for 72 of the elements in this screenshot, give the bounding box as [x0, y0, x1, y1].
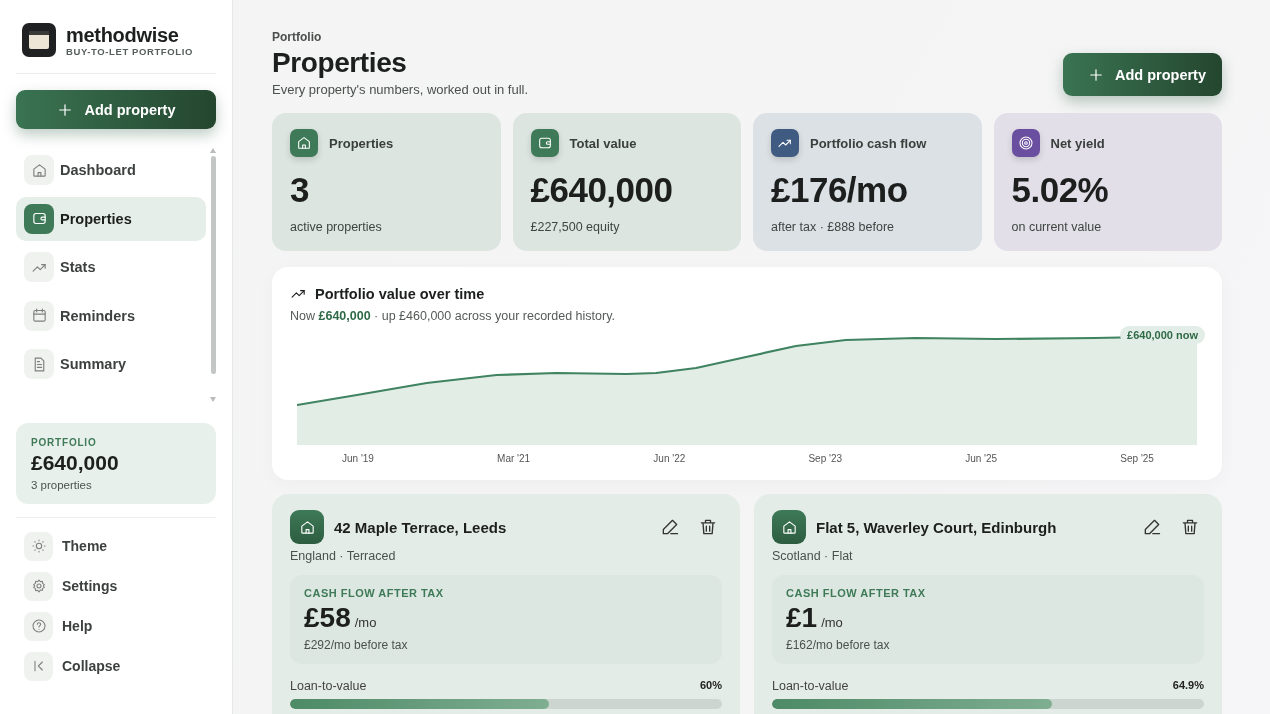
house-icon [296, 135, 312, 151]
target-icon [1017, 135, 1034, 151]
cash-flow-value: £58 [304, 602, 351, 634]
stat-label: Properties [329, 135, 394, 151]
nav-item[interactable]: Reminders [16, 293, 206, 338]
property-meta: Scotland · Flat [772, 549, 854, 563]
ltv-label: Loan-to-value [290, 679, 367, 693]
pencil-icon [1142, 517, 1162, 537]
axis-label: Mar '21 [497, 453, 531, 464]
cash-flow-value: £1 [786, 602, 818, 634]
breadcrumb[interactable]: Portfolio [272, 30, 529, 44]
house-icon [780, 518, 798, 536]
stat-label: Total value [569, 135, 637, 151]
stat-note: £227,500 equity [530, 220, 621, 234]
property-meta: England · Terraced [290, 549, 397, 563]
pencil-icon [660, 517, 680, 537]
house-icon [298, 518, 316, 536]
stat-note: after tax · £888 before [771, 220, 895, 234]
wallet-icon [30, 210, 48, 227]
before-tax-note: £292/mo before tax [304, 638, 409, 652]
nav-item[interactable]: Properties [16, 196, 206, 241]
nav-item[interactable]: Stats [16, 245, 206, 289]
stat-note: on current value [1011, 220, 1103, 234]
property-name[interactable]: Flat 5, Waverley Court, Edinburgh [816, 518, 1128, 536]
axis-label: Sep '23 [808, 453, 843, 464]
before-tax-note: £162/mo before tax [786, 638, 891, 652]
page-title: Properties [272, 47, 408, 79]
trash-icon [1180, 517, 1200, 537]
cash-flow-unit: /mo [354, 615, 377, 630]
trash-icon [698, 517, 718, 537]
chart-summary: Now £640,000 · up £460,000 across your recorded history. [290, 309, 616, 323]
house-icon [30, 161, 48, 179]
add-property-button[interactable]: Add property [16, 90, 216, 129]
chart-title: Portfolio value over time [315, 285, 485, 302]
stat-label: Portfolio cash flow [810, 135, 927, 151]
property-name[interactable]: 42 Maple Terrace, Leeds [334, 518, 646, 536]
axis-label: Jun '19 [342, 453, 374, 464]
sidebar-link[interactable]: Settings [16, 568, 216, 604]
calendar-icon [30, 307, 48, 324]
cash-flow-label: CASH FLOW AFTER TAX [304, 587, 445, 599]
stat-value: £176/mo [771, 170, 909, 210]
sidebar-link[interactable]: Collapse [16, 648, 216, 684]
cash-flow-unit: /mo [821, 615, 843, 630]
brand-name: methodwise [66, 23, 180, 46]
help-icon [30, 618, 47, 634]
settings-icon [30, 578, 47, 594]
ltv-value: 64.9% [1172, 679, 1204, 693]
axis-label: Jun '25 [965, 453, 998, 464]
ltv-value: 60% [699, 679, 722, 693]
axis-label: Jun '22 [653, 453, 686, 464]
sidebar-link[interactable]: Theme [16, 528, 216, 564]
portfolio-label: PORTFOLIO [31, 437, 98, 448]
stat-value: 5.02% [1011, 170, 1110, 210]
wallet-icon [536, 135, 553, 151]
page-subtitle: Every property's numbers, worked out in full. [272, 82, 529, 97]
stat-value: 3 [290, 170, 310, 210]
nav-item[interactable]: Summary [16, 342, 206, 386]
property-count: 3 properties [31, 479, 93, 491]
portfolio-value: £640,000 [31, 451, 120, 475]
app-logo [22, 23, 56, 57]
current-value-badge: £640,000 now [1120, 326, 1205, 344]
brand-tagline: BUY-TO-LET PORTFOLIO [66, 45, 193, 57]
sun-icon [30, 538, 47, 554]
sidebar-link[interactable]: Help [16, 608, 216, 644]
ltv-label: Loan-to-value [772, 679, 849, 693]
cash-flow-label: CASH FLOW AFTER TAX [786, 587, 927, 599]
add-property-button[interactable]: Add property [1062, 53, 1222, 96]
stat-value: £640,000 [530, 170, 674, 210]
axis-label: Sep '25 [1120, 453, 1154, 464]
nav-item[interactable]: Dashboard [16, 148, 206, 192]
stat-label: Net yield [1050, 135, 1105, 151]
stat-note: active properties [290, 220, 383, 234]
